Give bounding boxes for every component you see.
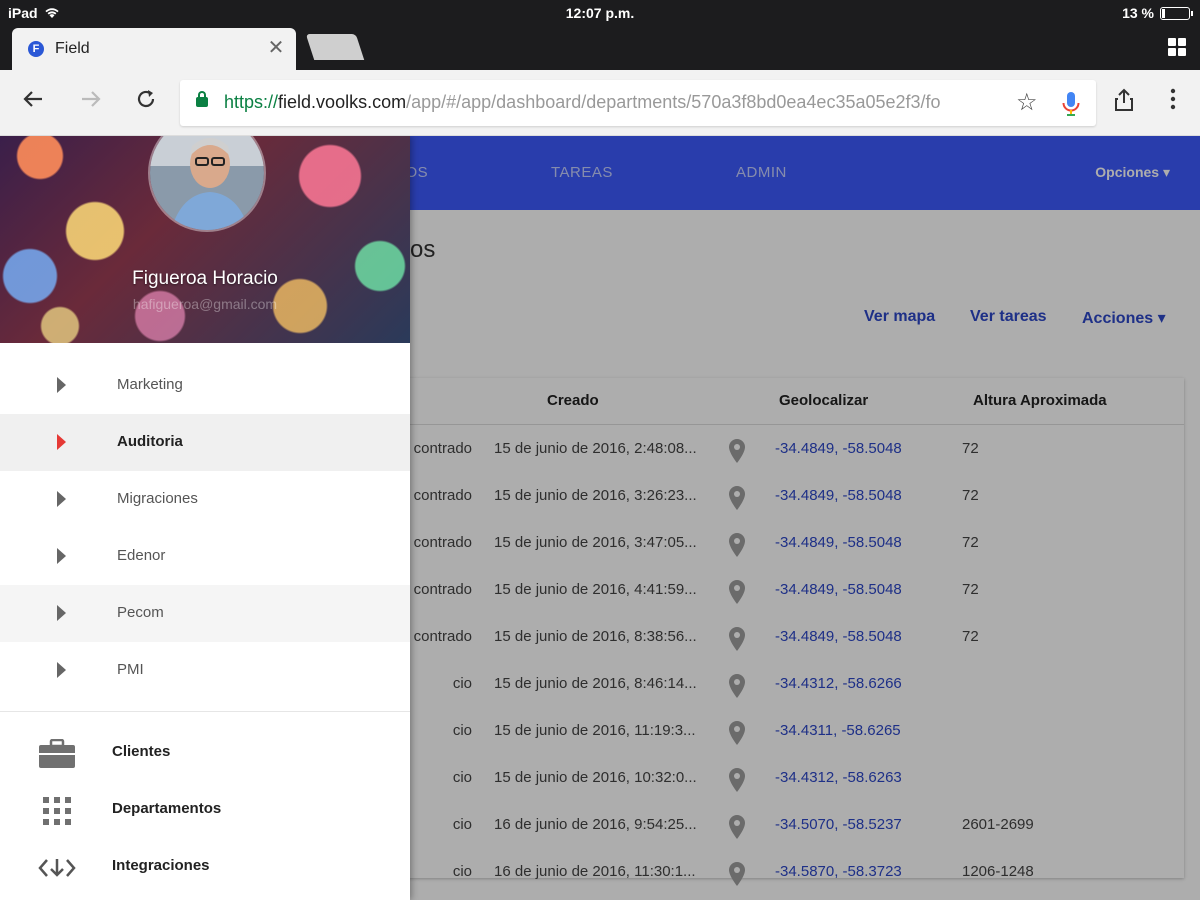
department-label: Migraciones (117, 490, 198, 507)
menu-integraciones[interactable]: Integraciones (0, 839, 410, 896)
share-icon[interactable] (1109, 88, 1139, 118)
department-label: PMI (117, 661, 144, 678)
tab-switcher-icon[interactable] (1168, 38, 1186, 56)
briefcase-icon (39, 739, 75, 768)
grid-icon (43, 797, 71, 825)
menu-label: Clientes (112, 743, 171, 760)
status-time: 12:07 p.m. (565, 5, 635, 21)
caret-right-icon (57, 377, 66, 393)
caret-right-icon (57, 662, 66, 678)
forward-icon[interactable] (76, 88, 106, 118)
close-tab-icon[interactable]: ✕ (264, 36, 288, 60)
department-label: Marketing (117, 376, 183, 393)
reload-icon[interactable] (131, 88, 161, 118)
address-bar[interactable]: https://field.voolks.com/app/#/app/dashb… (180, 80, 1096, 126)
tab-title: Field (55, 40, 90, 57)
browser-toolbar: https://field.voolks.com/app/#/app/dashb… (0, 70, 1200, 136)
favicon-icon: F (28, 41, 44, 57)
web-page: POS TAREAS ADMIN Opciones ▾ os Ver mapa … (0, 136, 1200, 900)
status-bar: iPad 12:07 p.m. 13 % (0, 0, 1200, 26)
drawer-header: Figueroa Horacio hafigueroa@gmail.com (0, 136, 410, 343)
user-email: hafigueroa@gmail.com (132, 296, 278, 312)
battery-icon (1160, 6, 1193, 20)
menu-label: Integraciones (112, 857, 210, 874)
avatar[interactable] (148, 136, 266, 232)
url-text[interactable]: https://field.voolks.com/app/#/app/dashb… (224, 92, 994, 113)
menu-clientes[interactable]: Clientes (0, 725, 410, 782)
department-edenor[interactable]: Edenor (0, 528, 410, 585)
department-pmi[interactable]: PMI (0, 642, 410, 699)
department-auditoria[interactable]: Auditoria (0, 414, 410, 471)
department-label: Pecom (117, 604, 164, 621)
caret-right-icon (57, 548, 66, 564)
department-marketing[interactable]: Marketing (0, 357, 410, 414)
drawer-divider (0, 711, 410, 712)
tab-field[interactable]: F Field ✕ (12, 28, 296, 70)
microphone-icon[interactable] (1060, 90, 1082, 118)
user-name: Figueroa Horacio (132, 268, 278, 289)
department-pecom[interactable]: Pecom (0, 585, 410, 642)
caret-right-icon (57, 605, 66, 621)
lock-icon (196, 91, 208, 107)
back-icon[interactable] (18, 88, 48, 118)
caret-right-icon (57, 434, 66, 450)
department-label: Auditoria (117, 433, 183, 450)
bookmark-star-icon[interactable]: ☆ (1016, 88, 1038, 117)
integration-icon (38, 859, 76, 877)
department-migraciones[interactable]: Migraciones (0, 471, 410, 528)
caret-right-icon (57, 491, 66, 507)
menu-label: Departamentos (112, 800, 222, 817)
department-label: Edenor (117, 547, 166, 564)
tab-strip: F Field ✕ (0, 26, 1200, 70)
new-tab-button[interactable] (305, 34, 365, 60)
battery-percent: 13 % (1122, 5, 1154, 21)
menu-departamentos[interactable]: Departamentos (0, 782, 410, 839)
more-options-icon[interactable] (1158, 88, 1188, 118)
navigation-drawer: Figueroa Horacio hafigueroa@gmail.com Ma… (0, 136, 410, 900)
